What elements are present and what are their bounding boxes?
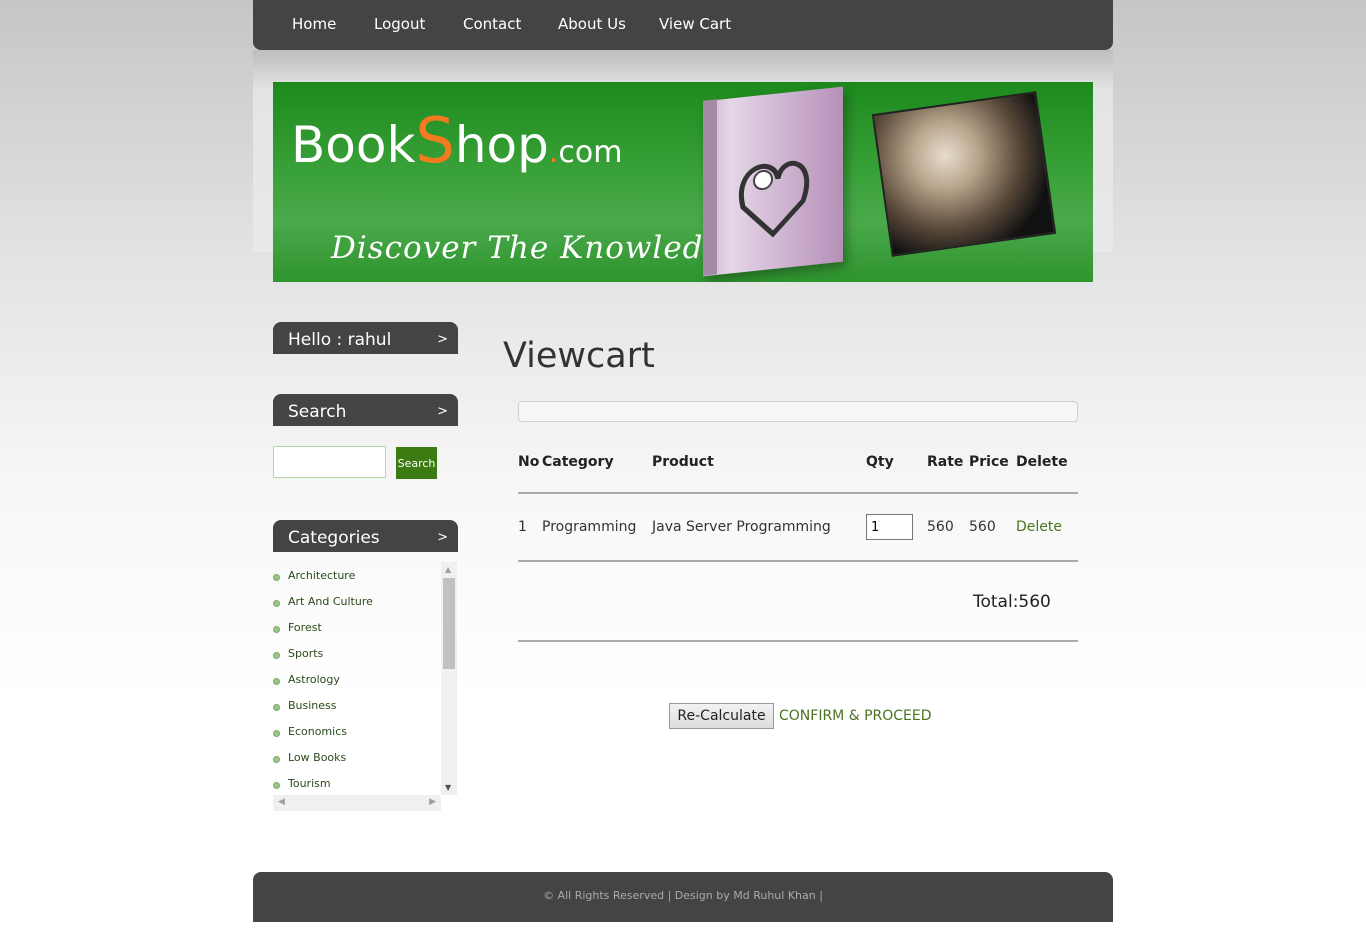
- category-label[interactable]: Economics: [288, 725, 347, 738]
- scroll-down-icon[interactable]: ▼: [445, 783, 451, 792]
- footer: © All Rights Reserved | Design by Md Ruh…: [253, 872, 1113, 922]
- bullet-icon: [273, 704, 280, 711]
- row-category: Programming: [542, 519, 637, 535]
- category-label[interactable]: Sports: [288, 647, 323, 660]
- nav-home-link[interactable]: Home: [292, 15, 336, 33]
- site-logo[interactable]: BookShop.com: [291, 104, 622, 177]
- book-spine-image: [703, 99, 717, 276]
- category-label[interactable]: Low Books: [288, 751, 346, 764]
- category-label[interactable]: Business: [288, 699, 337, 712]
- category-label[interactable]: Forest: [288, 621, 322, 634]
- child-reading-photo: [871, 91, 1057, 257]
- logo-hop-text: hop: [454, 116, 549, 174]
- category-label[interactable]: Architecture: [288, 569, 355, 582]
- bullet-icon: [273, 782, 280, 789]
- column-header-qty: Qty: [866, 454, 894, 470]
- chevron-right-icon: >: [437, 404, 448, 419]
- row-no: 1: [518, 519, 527, 535]
- scroll-right-icon[interactable]: ▶: [429, 797, 436, 807]
- scroll-up-icon[interactable]: ▲: [445, 565, 451, 574]
- top-nav: Home Logout Contact About Us View Cart: [253, 0, 1113, 50]
- category-label[interactable]: Astrology: [288, 673, 340, 686]
- category-label[interactable]: Tourism: [288, 777, 331, 790]
- page-title: Viewcart: [503, 336, 655, 376]
- categories-vertical-scrollbar[interactable]: ▲ ▼: [441, 562, 457, 795]
- categories-panel-title: Categories: [288, 528, 380, 548]
- row-price: 560: [969, 519, 996, 535]
- bullet-icon: [273, 574, 280, 581]
- chevron-right-icon: >: [437, 530, 448, 545]
- book-cover-image: [703, 86, 843, 277]
- banner-tagline: Discover The Knowledge: [331, 230, 744, 266]
- column-header-price: Price: [969, 454, 1009, 470]
- delete-link[interactable]: Delete: [1016, 519, 1062, 535]
- column-header-product: Product: [652, 454, 714, 470]
- search-input[interactable]: [273, 446, 386, 478]
- recalculate-button[interactable]: Re-Calculate: [669, 703, 774, 729]
- logo-s-text: S: [415, 104, 455, 177]
- categories-list: Architecture Art And Culture Forest Spor…: [273, 562, 441, 795]
- book-art-svg: [738, 160, 810, 238]
- banner: BookShop.com Discover The Knowledge: [273, 82, 1093, 282]
- logo-dot-text: .: [548, 135, 559, 170]
- message-box: [518, 401, 1078, 422]
- search-panel-header: Search >: [273, 394, 458, 426]
- hello-panel-header: Hello : rahul >: [273, 322, 458, 354]
- search-panel-title: Search: [288, 402, 347, 422]
- bullet-icon: [273, 600, 280, 607]
- quantity-input[interactable]: [866, 514, 913, 540]
- confirm-proceed-link[interactable]: CONFIRM & PROCEED: [779, 708, 932, 724]
- nav-view-cart-link[interactable]: View Cart: [659, 15, 731, 33]
- bullet-icon: [273, 678, 280, 685]
- table-divider: [518, 492, 1078, 494]
- column-header-no: No: [518, 454, 540, 470]
- footer-text: © All Rights Reserved | Design by Md Ruh…: [543, 889, 823, 902]
- categories-horizontal-scrollbar[interactable]: ◀ ▶: [273, 795, 441, 811]
- row-product: Java Server Programming: [652, 519, 831, 535]
- bullet-icon: [273, 652, 280, 659]
- column-header-delete: Delete: [1016, 454, 1068, 470]
- bullet-icon: [273, 626, 280, 633]
- row-rate: 560: [927, 519, 954, 535]
- bullet-icon: [273, 730, 280, 737]
- table-divider: [518, 560, 1078, 562]
- hello-text: Hello : rahul: [288, 330, 392, 350]
- bullet-icon: [273, 756, 280, 763]
- chevron-right-icon: >: [437, 332, 448, 347]
- category-label[interactable]: Art And Culture: [288, 595, 373, 608]
- logo-book-text: Book: [291, 116, 416, 174]
- scroll-left-icon[interactable]: ◀: [278, 797, 285, 807]
- nav-logout-link[interactable]: Logout: [374, 15, 425, 33]
- table-divider: [518, 640, 1078, 642]
- nav-about-link[interactable]: About Us: [558, 15, 626, 33]
- nav-contact-link[interactable]: Contact: [463, 15, 521, 33]
- column-header-rate: Rate: [927, 454, 964, 470]
- categories-panel-header: Categories >: [273, 520, 458, 552]
- search-button[interactable]: Search: [396, 447, 437, 479]
- cart-total: Total:560: [973, 592, 1051, 612]
- scrollbar-thumb[interactable]: [443, 578, 455, 669]
- column-header-category: Category: [542, 454, 614, 470]
- logo-com-text: com: [558, 135, 623, 170]
